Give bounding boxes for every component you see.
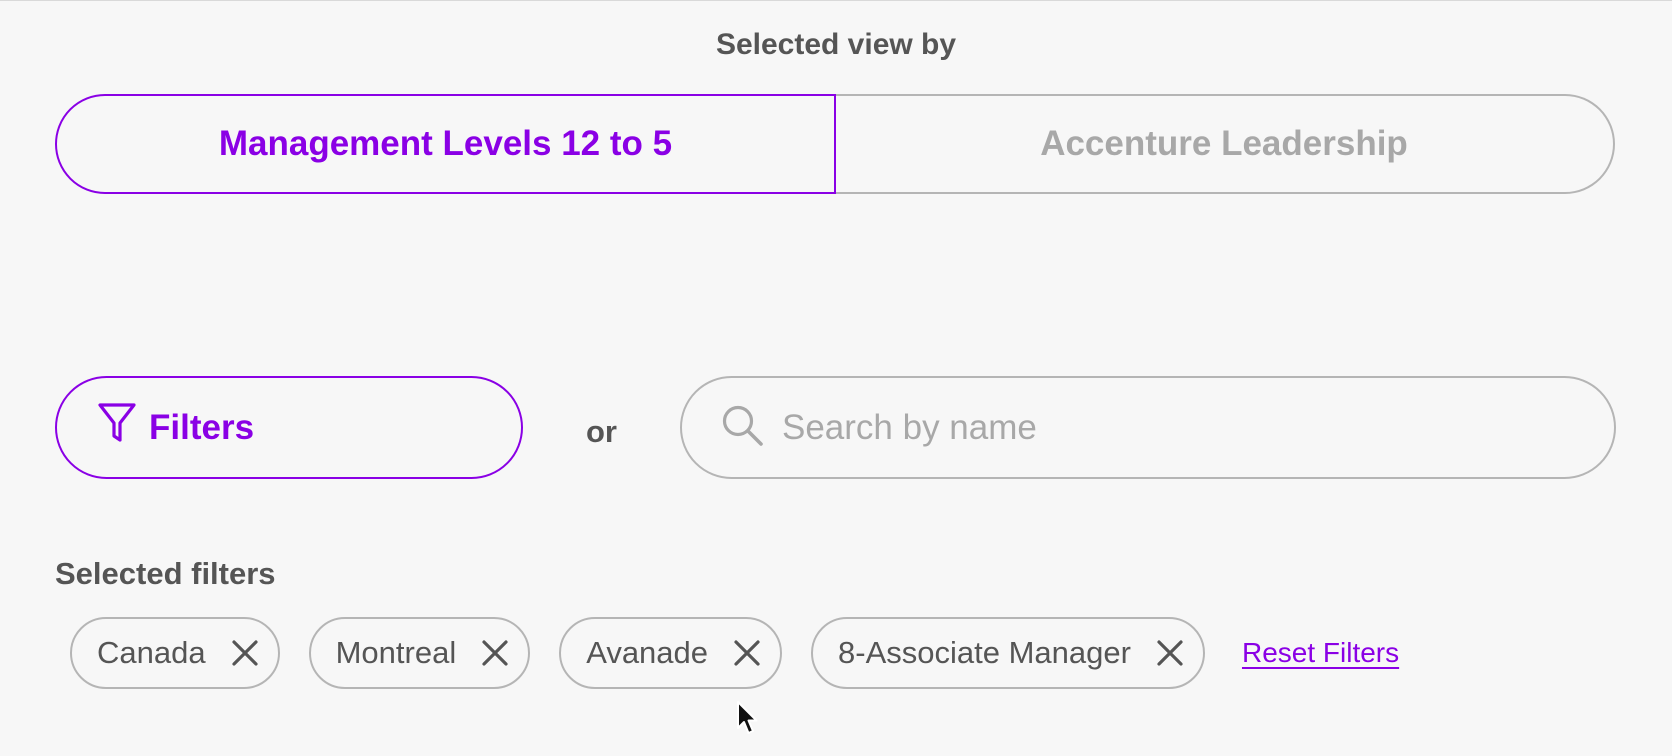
top-divider [0,0,1672,1]
selected-filters-list: Canada Montreal Avanade 8-Associate Mana… [70,617,1399,689]
search-input[interactable] [780,406,1544,449]
or-separator: or [586,414,617,449]
reset-filters-link[interactable]: Reset Filters [1242,637,1399,669]
view-option-accenture-leadership[interactable]: Accenture Leadership [835,94,1615,194]
close-icon[interactable] [732,638,762,668]
view-toggle: Management Levels 12 to 5 Accenture Lead… [55,94,1615,194]
filters-button-label: Filters [149,407,255,447]
filter-chip-label: 8-Associate Manager [838,635,1131,670]
search-field[interactable] [680,376,1616,479]
filters-button[interactable]: Filters [55,376,523,479]
selected-filters-heading: Selected filters [55,556,276,591]
filter-chip-avanade: Avanade [559,617,783,689]
filter-chip-label: Montreal [335,635,457,670]
close-icon[interactable] [230,638,260,668]
filter-chip-label: Avanade [586,635,709,670]
filter-chip-label: Canada [97,635,206,670]
view-option-management-levels[interactable]: Management Levels 12 to 5 [55,94,836,194]
mouse-cursor-icon [736,700,760,743]
filter-chip-canada: Canada [70,617,280,689]
filter-icon [97,402,149,453]
close-icon[interactable] [1155,638,1185,668]
view-selector-heading: Selected view by [715,28,957,61]
filter-chip-associate-manager: 8-Associate Manager [811,617,1205,689]
close-icon[interactable] [480,638,510,668]
filter-chip-montreal: Montreal [308,617,531,689]
search-icon [720,403,780,452]
